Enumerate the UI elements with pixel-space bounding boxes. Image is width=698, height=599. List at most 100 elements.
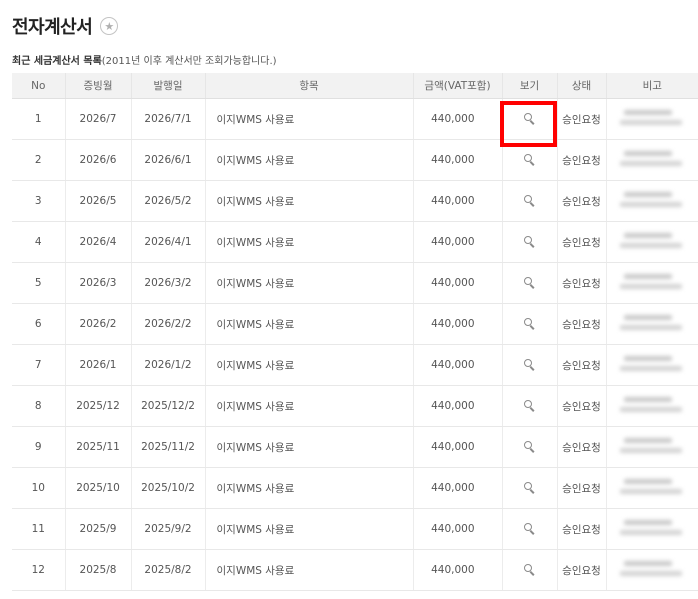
row-note [606,467,698,509]
blurred-note [620,105,684,130]
table-row: 4 2026/4 2026/4/1 이지WMS 사용료 440,000 승인요청 [12,221,698,263]
status-link[interactable]: 승인요청 [562,565,601,577]
row-status: 승인요청 [557,426,607,468]
row-month: 2025/12 [65,385,132,427]
row-amount: 440,000 [413,426,503,468]
row-view-cell [502,303,558,345]
row-issued-date: 2025/10/2 [131,467,206,509]
table-row: 1 2026/7 2026/7/1 이지WMS 사용료 440,000 승인요청 [12,98,698,140]
row-no: 8 [12,385,66,427]
row-item: 이지WMS 사용료 [205,426,414,468]
column-header-amount: 금액(VAT포함) [413,73,503,99]
blurred-note [620,269,684,294]
blurred-note [620,187,684,212]
magnifier-icon[interactable] [523,482,536,494]
row-note [606,262,698,304]
magnifier-icon[interactable] [523,154,536,166]
row-amount: 440,000 [413,508,503,550]
table-row: 9 2025/11 2025/11/2 이지WMS 사용료 440,000 승인… [12,426,698,468]
magnifier-icon[interactable] [523,359,536,371]
row-issued-date: 2025/12/2 [131,385,206,427]
status-link[interactable]: 승인요청 [562,401,601,413]
status-link[interactable]: 승인요청 [562,237,601,249]
table-row: 6 2026/2 2026/2/2 이지WMS 사용료 440,000 승인요청 [12,303,698,345]
row-amount: 440,000 [413,221,503,263]
invoice-table: No 증빙월 발행일 항목 금액(VAT포함) 보기 상태 비고 1 2026/… [12,73,698,591]
row-status: 승인요청 [557,467,607,509]
row-note [606,221,698,263]
magnifier-icon[interactable] [523,441,536,453]
row-no: 5 [12,262,66,304]
row-view-cell [502,549,558,591]
row-view-cell [502,262,558,304]
status-link[interactable]: 승인요청 [562,114,601,126]
magnifier-icon[interactable] [523,236,536,248]
row-item: 이지WMS 사용료 [205,303,414,345]
row-status: 승인요청 [557,549,607,591]
status-link[interactable]: 승인요청 [562,155,601,167]
row-no: 10 [12,467,66,509]
row-month: 2026/7 [65,98,132,140]
magnifier-icon[interactable] [523,318,536,330]
table-row: 3 2026/5 2026/5/2 이지WMS 사용료 440,000 승인요청 [12,180,698,222]
magnifier-icon[interactable] [523,195,536,207]
column-header-note: 비고 [606,73,698,99]
row-amount: 440,000 [413,180,503,222]
magnifier-icon[interactable] [523,400,536,412]
row-month: 2026/5 [65,180,132,222]
blurred-note [620,310,684,335]
table-row: 12 2025/8 2025/8/2 이지WMS 사용료 440,000 승인요… [12,549,698,591]
status-link[interactable]: 승인요청 [562,483,601,495]
row-no: 12 [12,549,66,591]
row-view-cell [502,180,558,222]
subtitle-label: 최근 세금계산서 목록 [12,56,102,67]
row-month: 2026/6 [65,139,132,181]
status-link[interactable]: 승인요청 [562,524,601,536]
row-month: 2026/1 [65,344,132,386]
row-amount: 440,000 [413,139,503,181]
row-view-cell [502,426,558,468]
subtitle-note: (2011년 이후 계산서만 조회가능합니다.) [101,56,277,67]
row-amount: 440,000 [413,344,503,386]
table-row: 5 2026/3 2026/3/2 이지WMS 사용료 440,000 승인요청 [12,262,698,304]
row-view-cell [502,385,558,427]
blurred-note [620,474,684,499]
row-no: 1 [12,98,66,140]
magnifier-icon[interactable] [523,277,536,289]
magnifier-icon[interactable] [523,523,536,535]
row-status: 승인요청 [557,139,607,181]
status-link[interactable]: 승인요청 [562,360,601,372]
status-link[interactable]: 승인요청 [562,196,601,208]
row-item: 이지WMS 사용료 [205,549,414,591]
blurred-note [620,392,684,417]
row-no: 4 [12,221,66,263]
column-header-item: 항목 [205,73,414,99]
invoice-rows: 1 2026/7 2026/7/1 이지WMS 사용료 440,000 승인요청… [12,98,698,591]
row-status: 승인요청 [557,98,607,140]
magnifier-icon[interactable] [523,564,536,576]
row-item: 이지WMS 사용료 [205,344,414,386]
row-amount: 440,000 [413,549,503,591]
row-view-cell [502,139,558,181]
column-header-status: 상태 [557,73,607,99]
row-note [606,180,698,222]
table-row: 11 2025/9 2025/9/2 이지WMS 사용료 440,000 승인요… [12,508,698,550]
row-note [606,549,698,591]
list-subtitle: 최근 세금계산서 목록(2011년 이후 계산서만 조회가능합니다.) [12,52,277,67]
star-icon[interactable]: ★ [100,17,119,35]
row-status: 승인요청 [557,262,607,304]
row-no: 6 [12,303,66,345]
status-link[interactable]: 승인요청 [562,319,601,331]
row-amount: 440,000 [413,385,503,427]
row-status: 승인요청 [557,221,607,263]
row-item: 이지WMS 사용료 [205,139,414,181]
row-no: 11 [12,508,66,550]
row-amount: 440,000 [413,467,503,509]
row-item: 이지WMS 사용료 [205,508,414,550]
magnifier-icon[interactable] [523,113,536,125]
row-issued-date: 2026/4/1 [131,221,206,263]
status-link[interactable]: 승인요청 [562,442,601,454]
status-link[interactable]: 승인요청 [562,278,601,290]
row-status: 승인요청 [557,508,607,550]
row-view-cell [502,344,558,386]
